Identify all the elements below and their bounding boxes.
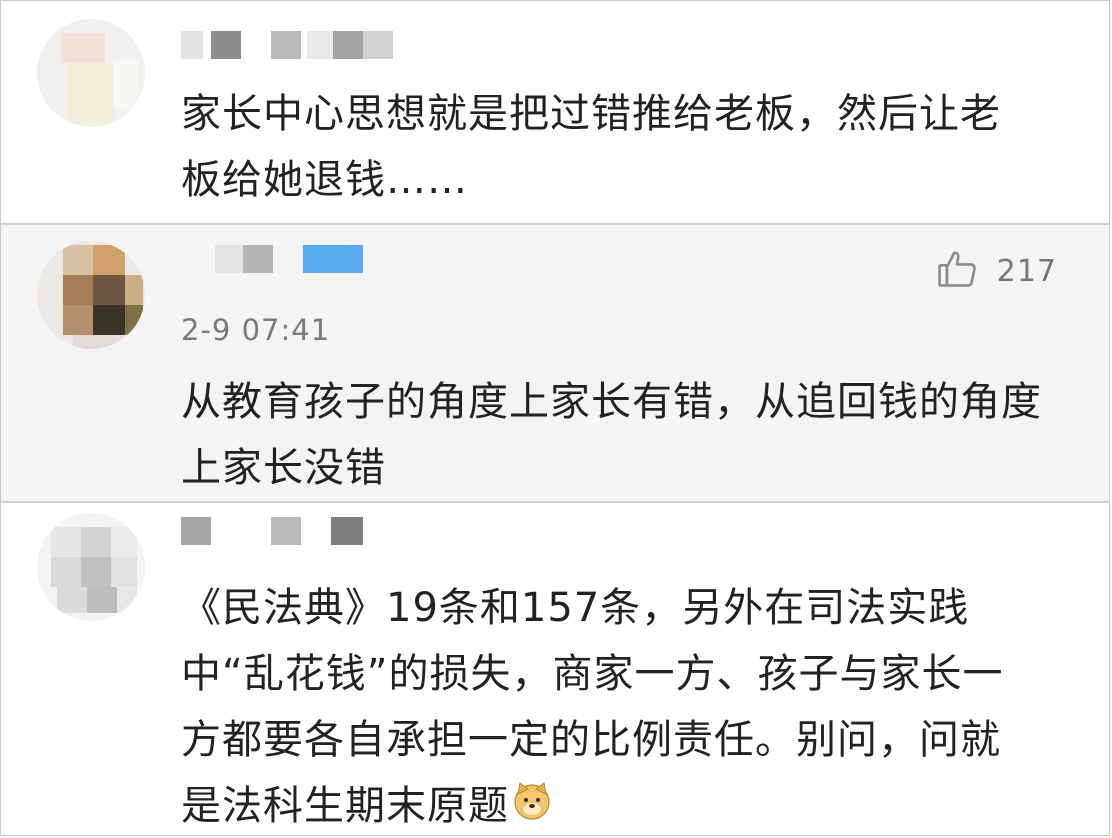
comment-text: 《民法典》19条和157条，另外在司法实践 中“乱花钱”的损失，商家一方、孩子与… bbox=[181, 575, 1004, 835]
comment-item: 《民法典》19条和157条，另外在司法实践 中“乱花钱”的损失，商家一方、孩子与… bbox=[1, 503, 1109, 835]
username-blurred[interactable] bbox=[181, 31, 401, 59]
avatar[interactable] bbox=[37, 241, 145, 349]
comment-timestamp: 2-9 07:41 bbox=[181, 313, 331, 347]
username-blurred[interactable] bbox=[181, 245, 381, 273]
avatar[interactable] bbox=[37, 19, 145, 127]
like-count: 217 bbox=[996, 253, 1057, 289]
thumbs-up-icon bbox=[935, 247, 979, 295]
username-blurred[interactable] bbox=[181, 517, 381, 545]
avatar[interactable] bbox=[37, 513, 145, 621]
comment-text: 从教育孩子的角度上家长有错，从追回钱的角度 上家长没错 bbox=[181, 379, 1042, 491]
comment-item: 家长中心思想就是把过错推给老板，然后让老 板给她退钱…… bbox=[1, 1, 1109, 223]
comment-text: 家长中心思想就是把过错推给老板，然后让老 板给她退钱…… bbox=[181, 91, 1001, 203]
comment-list: 家长中心思想就是把过错推给老板，然后让老 板给她退钱…… 2-9 07:41 2… bbox=[0, 0, 1110, 836]
user-badge bbox=[303, 245, 363, 273]
comment-item: 2-9 07:41 217 从教育孩子的角度上家长有错，从追回钱的角度 上家长没… bbox=[1, 223, 1109, 503]
doge-emoji-icon bbox=[511, 775, 553, 835]
like-button[interactable]: 217 bbox=[935, 247, 1057, 295]
comment-text-body: 《民法典》19条和157条，另外在司法实践 中“乱花钱”的损失，商家一方、孩子与… bbox=[181, 585, 1004, 829]
